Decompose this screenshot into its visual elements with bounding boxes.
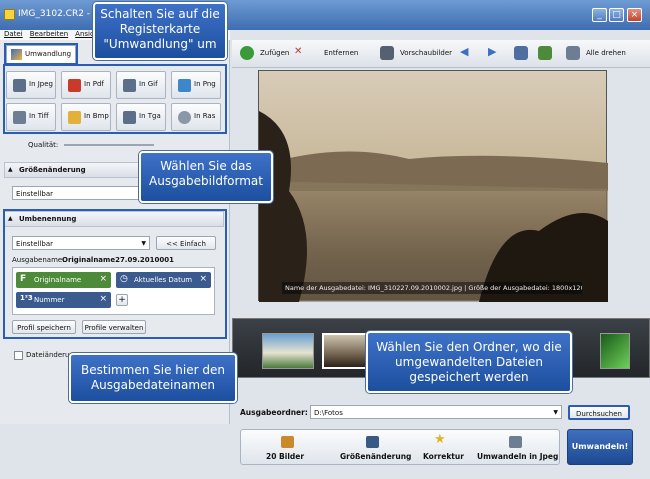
format-label: In Png [194, 80, 216, 88]
menu-file[interactable]: Datei [4, 30, 23, 38]
add-button[interactable]: Zufügen [260, 49, 289, 57]
maximize-button[interactable]: □ [609, 8, 624, 22]
format-label: In Jpeg [29, 80, 53, 88]
camera-icon [13, 79, 26, 92]
rename-combo-value: Einstellbar [16, 240, 54, 248]
resize-combo[interactable]: Einstellbar [12, 186, 142, 200]
image-preview [258, 70, 608, 302]
date-change-label: Dateiänderun [26, 351, 74, 359]
output-name-value: Originalname27.09.2010001 [62, 256, 174, 264]
image-icon [68, 111, 81, 124]
format-ras-button[interactable]: In Ras [171, 103, 221, 131]
format-jpeg-button[interactable]: In Jpeg [6, 71, 56, 99]
resize-header-label: Größenänderung [19, 166, 86, 174]
camera-icon [509, 436, 522, 448]
quality-label: Qualität: [28, 141, 59, 149]
font-icon: F [20, 274, 27, 284]
close-icon[interactable]: × [99, 294, 107, 304]
step-correction[interactable]: Korrektur [423, 452, 464, 461]
chevron-down-icon: ▼ [553, 409, 558, 416]
arrow-right-icon[interactable]: ▶ [488, 45, 496, 58]
output-folder-combo[interactable]: D:\Fotos ▼ [310, 405, 562, 419]
printer-icon [178, 79, 191, 92]
thumbnail[interactable] [262, 333, 314, 369]
date-change-checkbox[interactable] [14, 351, 23, 360]
rename-combo[interactable]: Einstellbar ▼ [12, 236, 150, 250]
callout-folder: Wählen Sie den Ordner, wo die umgewandel… [366, 331, 572, 393]
preview-button[interactable]: Vorschaubilder [400, 49, 452, 57]
output-folder-value: D:\Fotos [314, 409, 343, 417]
clock-icon: ◷ [120, 274, 128, 284]
rotate-all-button[interactable]: Alle drehen [586, 49, 626, 57]
toolbar: Zufügen ✕ Entfernen Vorschaubilder ◀ ▶ A… [232, 40, 650, 68]
callout-format: Wählen Sie das Ausgabebildformat [139, 151, 273, 203]
convert-icon [11, 49, 22, 60]
camera-icon [123, 79, 136, 92]
step-convert-jpeg[interactable]: Umwandeln in Jpeg [477, 452, 558, 461]
arrow-left-icon[interactable]: ◀ [460, 45, 468, 58]
simple-button[interactable]: << Einfach [156, 236, 216, 250]
close-icon[interactable]: × [199, 274, 207, 284]
format-tiff-button[interactable]: In Tiff [6, 103, 56, 131]
disc-icon [178, 111, 191, 124]
chip-current-date[interactable]: ◷ Aktuelles Datum × [116, 272, 211, 288]
chevron-down-icon: ▼ [141, 240, 146, 247]
convert-button[interactable]: Umwandeln! [567, 429, 633, 465]
callout-filename: Bestimmen Sie hier den Ausgabedateinamen [69, 353, 237, 403]
format-png-button[interactable]: In Png [171, 71, 221, 99]
resize-icon [366, 436, 379, 448]
format-gif-button[interactable]: In Gif [116, 71, 166, 99]
save-profile-button[interactable]: Profil speichern [12, 320, 76, 334]
format-label: In Gif [139, 80, 158, 88]
rename-header-label: Umbenennung [19, 215, 77, 223]
printer-icon [13, 111, 26, 124]
rotate-right-icon[interactable] [538, 46, 552, 60]
camera-icon [123, 111, 136, 124]
thumbnail[interactable] [600, 333, 630, 369]
format-label: In Tga [139, 112, 161, 120]
rotate-all-icon [566, 46, 580, 60]
chip-label: Nummer [34, 296, 65, 304]
format-label: In Bmp [84, 112, 109, 120]
star-icon: ★ [434, 432, 446, 447]
thumbnails-icon [380, 46, 394, 60]
output-folder-label: Ausgabeordner: [240, 408, 308, 417]
format-label: In Tiff [29, 112, 49, 120]
number-icon: 1²3 [20, 294, 33, 302]
close-icon[interactable]: × [99, 274, 107, 284]
minimize-button[interactable]: _ [592, 8, 607, 22]
format-pdf-button[interactable]: In Pdf [61, 71, 111, 99]
pdf-icon [68, 79, 81, 92]
chip-label: Originalname [34, 276, 82, 284]
remove-icon: ✕ [294, 46, 303, 57]
chip-number[interactable]: 1²3 Nummer × [16, 292, 111, 308]
step-images[interactable]: 20 Bilder [266, 452, 304, 461]
tab-umwandlung[interactable]: Umwandlung [6, 45, 76, 63]
add-chip-button[interactable]: + [116, 294, 128, 306]
menu-edit[interactable]: Bearbeiten [30, 30, 68, 38]
format-label: In Ras [194, 112, 216, 120]
rename-section-header[interactable]: Umbenennung [4, 211, 224, 227]
step-resize[interactable]: Größenänderung [340, 452, 411, 461]
quality-slider[interactable] [64, 144, 154, 146]
tab-label: Umwandlung [25, 50, 72, 58]
preview-caption: Name der Ausgabedatei: IMG_310227.09.201… [282, 282, 582, 294]
app-icon [4, 9, 15, 20]
remove-button[interactable]: Entfernen [324, 49, 358, 57]
format-label: In Pdf [84, 80, 104, 88]
manage-profiles-button[interactable]: Profile verwalten [82, 320, 146, 334]
format-bmp-button[interactable]: In Bmp [61, 103, 111, 131]
close-button[interactable]: × [627, 8, 642, 22]
preview-photo [259, 111, 608, 302]
format-tga-button[interactable]: In Tga [116, 103, 166, 131]
callout-tab: Schalten Sie auf die Registerkarte "Umwa… [93, 2, 227, 60]
add-icon [240, 46, 254, 60]
browse-button[interactable]: Durchsuchen [568, 405, 630, 420]
images-icon [281, 436, 294, 448]
chip-label: Aktuelles Datum [134, 276, 193, 284]
rotate-left-icon[interactable] [514, 46, 528, 60]
resize-combo-value: Einstellbar [16, 190, 54, 198]
output-name-label: Ausgabename: [12, 256, 65, 264]
chip-originalname[interactable]: F Originalname × [16, 272, 111, 288]
